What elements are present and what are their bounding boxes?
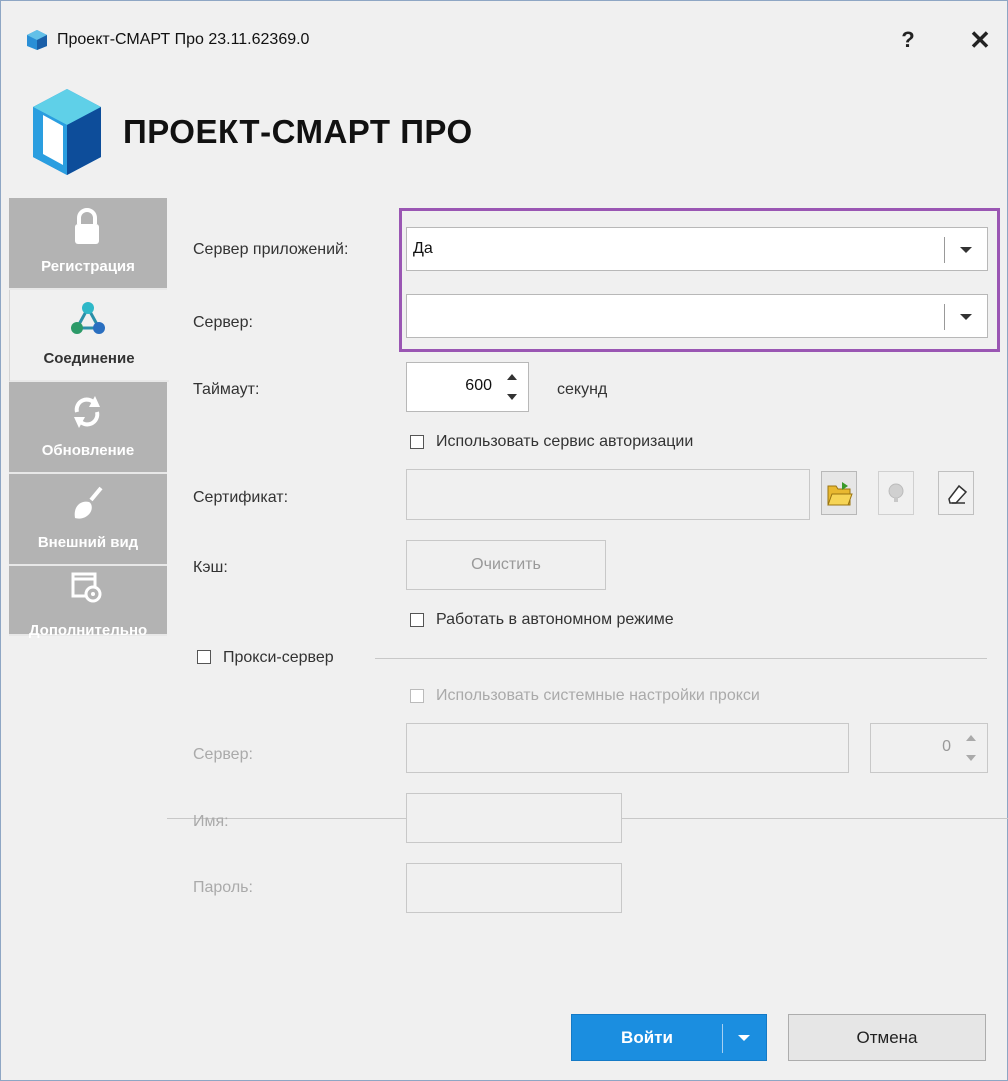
proxy-port-value: 0 — [942, 738, 951, 755]
app-server-label: Сервер приложений: — [193, 241, 349, 258]
proxy-group-line — [375, 658, 987, 659]
system-proxy-label: Использовать системные настройки прокси — [436, 687, 760, 704]
timeout-value: 600 — [465, 377, 492, 394]
chevron-down-icon[interactable] — [735, 1031, 753, 1045]
server-combo[interactable] — [406, 294, 988, 338]
login-button-separator — [722, 1024, 723, 1053]
cancel-button-label: Отмена — [856, 1028, 918, 1047]
open-certificate-button[interactable] — [821, 471, 857, 515]
clear-cache-button[interactable]: Очистить — [406, 540, 606, 590]
auth-service-checkbox[interactable] — [410, 435, 424, 449]
logo-cube-icon — [33, 89, 101, 175]
eraser-icon — [948, 484, 968, 504]
login-button-label: Войти — [621, 1028, 673, 1047]
chevron-down-icon[interactable] — [955, 240, 977, 260]
certificate-field[interactable] — [406, 469, 810, 520]
app-cube-icon — [27, 30, 47, 50]
network-icon — [71, 302, 105, 334]
proxy-name-label: Имя: — [193, 813, 229, 830]
combo-separator — [944, 237, 945, 263]
sidebar-item-label: Внешний вид — [37, 534, 139, 551]
proxy-server-label: Сервер: — [193, 746, 253, 763]
combo-separator — [944, 304, 945, 330]
sidebar-item-registration[interactable]: Регистрация — [9, 198, 167, 290]
cache-label: Кэш: — [193, 559, 228, 576]
offline-mode-checkbox[interactable] — [410, 613, 424, 627]
speech-bubble-icon — [888, 483, 904, 502]
lock-icon — [75, 208, 99, 244]
proxy-checkbox[interactable] — [197, 650, 211, 664]
folder-open-icon — [827, 482, 853, 506]
timeout-label: Таймаут: — [193, 381, 260, 398]
login-dialog: Проект-СМАРТ Про 23.11.62369.0 ? ✕ ПРОЕК… — [0, 0, 1008, 1081]
spin-up-icon[interactable] — [961, 730, 981, 746]
app-server-value: Да — [413, 240, 433, 257]
sidebar-item-label: Регистрация — [41, 258, 135, 275]
certificate-info-button[interactable] — [878, 471, 914, 515]
window-title: Проект-СМАРТ Про 23.11.62369.0 — [57, 31, 310, 48]
sidebar-item-advanced[interactable]: Дополнительно — [9, 566, 167, 639]
close-button[interactable]: ✕ — [963, 23, 997, 57]
proxy-label: Прокси-сервер — [223, 649, 334, 666]
cancel-button[interactable]: Отмена — [788, 1014, 986, 1061]
login-button[interactable]: Войти — [571, 1014, 767, 1061]
proxy-password-label: Пароль: — [193, 879, 253, 896]
clear-certificate-button[interactable] — [938, 471, 974, 515]
proxy-name-field[interactable] — [406, 793, 622, 843]
help-button[interactable]: ? — [891, 23, 925, 57]
offline-mode-label: Работать в автономном режиме — [436, 611, 674, 628]
sidebar-item-label: Обновление — [41, 442, 135, 459]
proxy-password-field[interactable] — [406, 863, 622, 913]
auth-service-label: Использовать сервис авторизации — [436, 433, 694, 450]
spin-down-icon[interactable] — [502, 389, 522, 405]
app-server-combo[interactable]: Да — [406, 227, 988, 271]
certificate-label: Сертификат: — [193, 489, 289, 506]
spin-down-icon[interactable] — [961, 750, 981, 766]
timeout-stepper[interactable]: 600 — [406, 362, 529, 412]
brush-icon — [74, 486, 103, 519]
sidebar-item-label: Соединение — [43, 350, 135, 367]
timeout-unit: секунд — [557, 381, 608, 398]
sidebar-item-appearance[interactable]: Внешний вид — [9, 474, 167, 566]
logo-text: ПРОЕКТ-СМАРТ ПРО — [123, 113, 473, 150]
proxy-port-stepper[interactable]: 0 — [870, 723, 988, 773]
proxy-server-field[interactable] — [406, 723, 849, 773]
refresh-icon — [74, 396, 100, 428]
server-label: Сервер: — [193, 314, 253, 331]
sidebar-item-label: Дополнительно — [28, 622, 148, 639]
title-bar: Проект-СМАРТ Про 23.11.62369.0 ? ✕ — [1, 1, 1007, 81]
sidebar-item-update[interactable]: Обновление — [9, 382, 167, 474]
system-proxy-checkbox[interactable] — [410, 689, 424, 703]
sidebar: Регистрация Соединение Обновление Внешни… — [9, 198, 169, 639]
chevron-down-icon[interactable] — [955, 307, 977, 327]
spin-up-icon[interactable] — [502, 369, 522, 385]
sidebar-item-connection[interactable]: Соединение — [9, 290, 169, 382]
window-settings-icon — [71, 572, 102, 603]
